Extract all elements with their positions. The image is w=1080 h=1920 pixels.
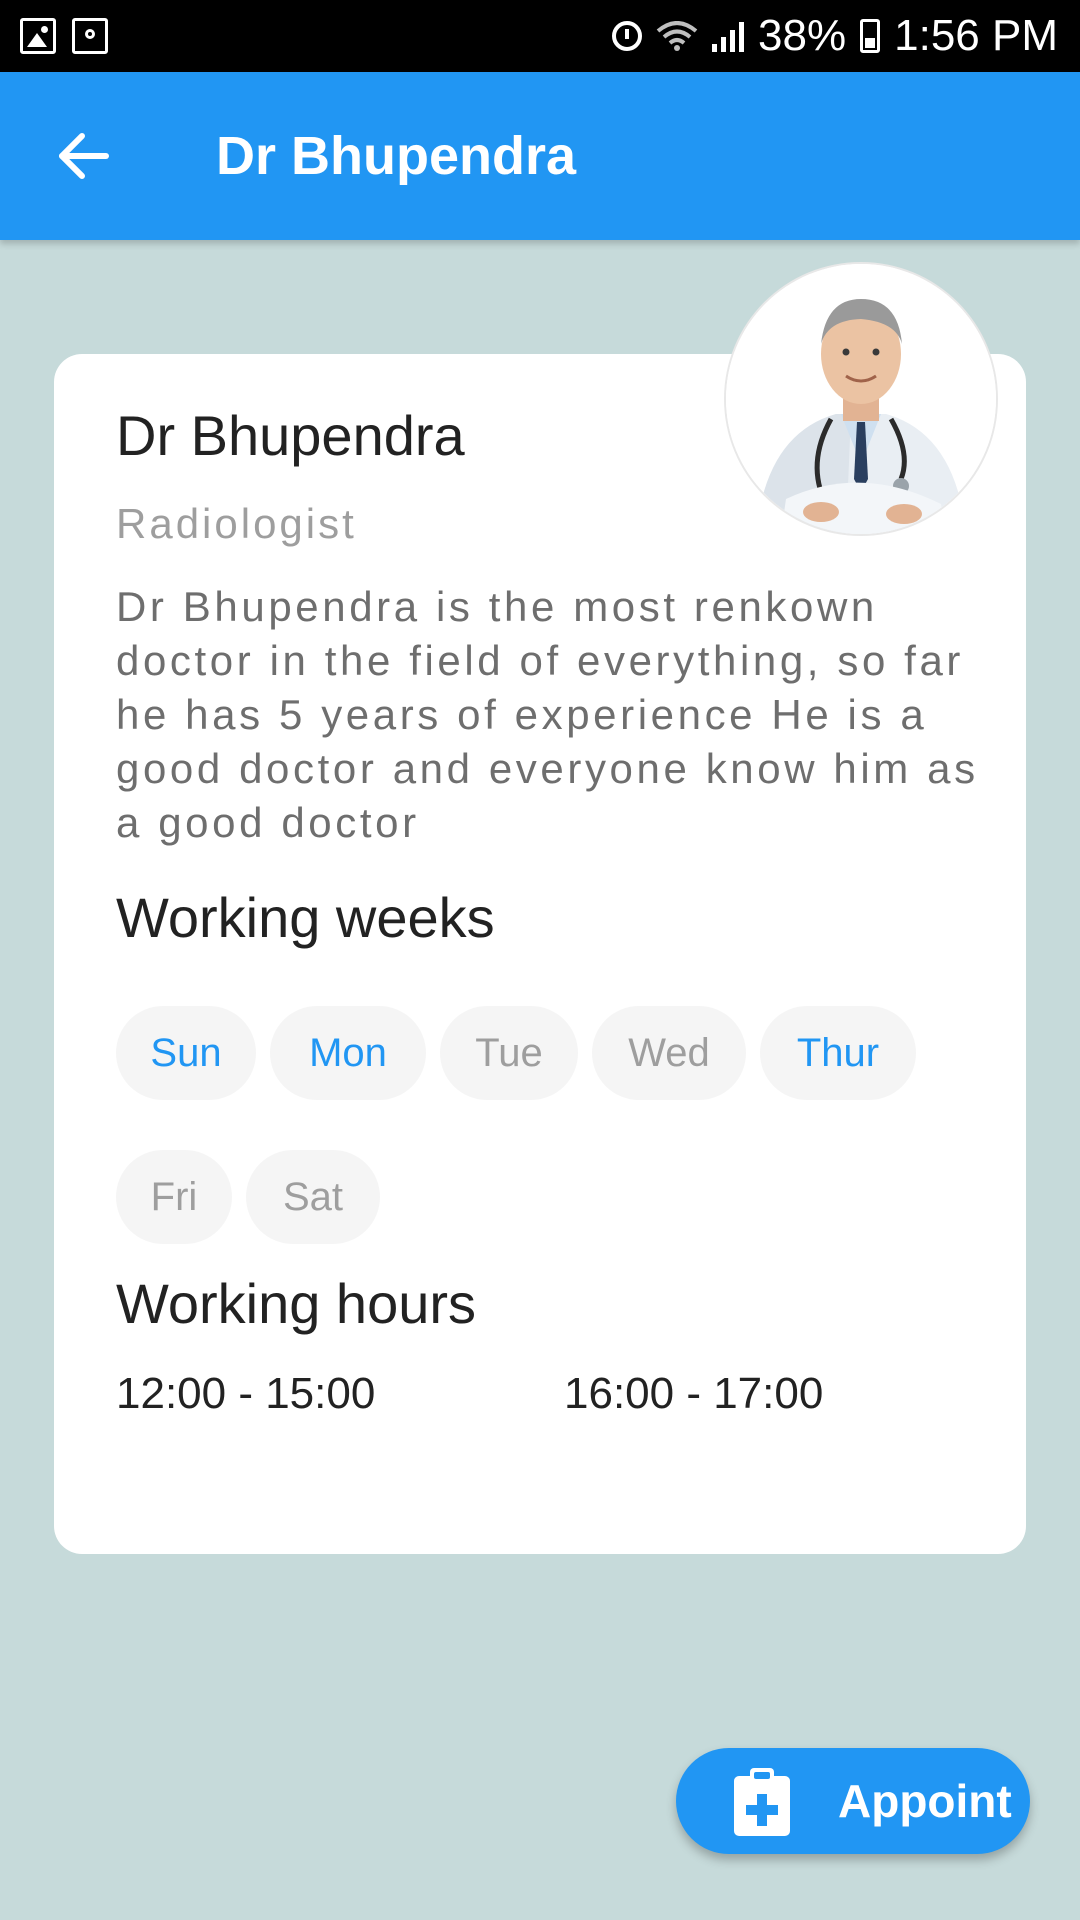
doctor-bio: Dr Bhupendra is the most renkown doctor …: [116, 583, 979, 846]
working-hours-slot: 12:00 - 15:00: [116, 1369, 376, 1418]
working-hours-slot: 16:00 - 17:00: [564, 1369, 824, 1418]
page-title: Dr Bhupendra: [216, 126, 577, 186]
day-chip-sat[interactable]: Sat: [246, 1150, 380, 1244]
wifi-icon: [656, 21, 698, 51]
clipboard-plus-icon: [734, 1768, 790, 1836]
status-left-icons: [20, 18, 108, 54]
appoint-button[interactable]: Appoint: [676, 1748, 1030, 1854]
app-bar: Dr Bhupendra: [0, 72, 1080, 240]
key-icon: [72, 18, 108, 54]
image-icon: [20, 18, 56, 54]
day-chip-mon[interactable]: Mon: [270, 1006, 426, 1100]
doctor-avatar: [726, 264, 996, 534]
working-hours-heading: Working hours: [116, 1272, 477, 1335]
battery-percent: 38%: [758, 11, 847, 60]
alarm-icon: [612, 21, 643, 51]
signal-icon: [712, 20, 745, 52]
battery-icon: [860, 19, 881, 53]
back-button[interactable]: [50, 122, 118, 190]
doctor-specialty: Radiologist: [116, 500, 357, 547]
day-chip-tue[interactable]: Tue: [440, 1006, 578, 1100]
day-chip-wed[interactable]: Wed: [592, 1006, 746, 1100]
working-weeks-heading: Working weeks: [116, 886, 495, 949]
doctor-photo: [726, 264, 996, 534]
day-chip-thur[interactable]: Thur: [760, 1006, 916, 1100]
day-chip-fri[interactable]: Fri: [116, 1150, 232, 1244]
status-bar: 38% 1:56 PM: [0, 0, 1080, 72]
appoint-button-label: Appoint: [838, 1775, 1012, 1827]
arrow-back-icon: [59, 133, 109, 179]
doctor-name: Dr Bhupendra: [116, 404, 465, 467]
status-right-icons: 38% 1:56 PM: [612, 8, 1058, 64]
clock: 1:56 PM: [894, 11, 1058, 60]
day-chip-sun[interactable]: Sun: [116, 1006, 256, 1100]
